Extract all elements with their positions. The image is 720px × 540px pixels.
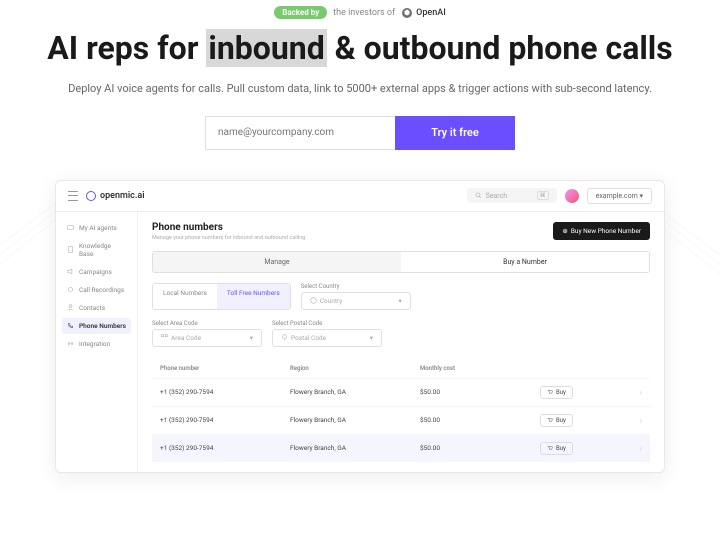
hero-title: AI reps for inbound & outbound phone cal… [20, 29, 700, 67]
sidebar-item-contacts[interactable]: Contacts [62, 300, 131, 316]
domain-dropdown[interactable]: example.com ▾ [587, 188, 652, 204]
hero-subtitle: Deploy AI voice agents for calls. Pull c… [20, 81, 700, 98]
plus-icon: ⊕ [562, 227, 567, 235]
sidebar-item-integration[interactable]: Integration [62, 336, 131, 352]
country-select[interactable]: Country▾ [301, 292, 411, 310]
buy-button[interactable]: Buy [540, 386, 573, 399]
backed-badge: Backed by [274, 6, 327, 19]
numbers-table: Phone number Region Monthly cost +1 (352… [152, 359, 650, 462]
buy-button[interactable]: Buy [540, 414, 573, 427]
grid-icon [161, 334, 168, 341]
openai-logo: OpenAI [401, 7, 446, 19]
menu-icon[interactable] [68, 191, 78, 201]
area-label: Select Area Code [152, 320, 262, 327]
record-icon [67, 286, 74, 293]
sidebar-item-agents[interactable]: My AI agents [62, 220, 131, 236]
tab-buy[interactable]: Buy a Number [401, 252, 649, 272]
app-window: openmic.ai Search ⌘ example.com ▾ My AI … [55, 180, 665, 473]
tab-manage[interactable]: Manage [153, 252, 401, 272]
col-region: Region [290, 365, 420, 372]
chevron-down-icon: ▾ [250, 334, 253, 342]
filter-local[interactable]: Local Numbers [153, 284, 217, 309]
table-row[interactable]: +1 (352) 290-7594 Flowery Branch, GA $50… [152, 434, 650, 462]
sidebar-item-knowledge[interactable]: Knowledge Base [62, 238, 131, 262]
avatar[interactable] [565, 189, 579, 203]
chevron-down-icon: ▾ [639, 192, 643, 200]
sidebar: My AI agents Knowledge Base Campaigns Ca… [56, 212, 138, 472]
openai-icon [401, 7, 413, 19]
chevron-right-icon: › [640, 416, 642, 425]
app-logo: openmic.ai [86, 191, 145, 201]
phone-icon [67, 322, 74, 329]
buy-new-number-button[interactable]: ⊕Buy New Phone Number [553, 222, 650, 240]
backed-by: Backed by the investors of OpenAI [274, 6, 446, 19]
search-input[interactable]: Search ⌘ [467, 188, 557, 203]
sidebar-item-campaigns[interactable]: Campaigns [62, 264, 131, 280]
page-title: Phone numbers [152, 222, 305, 233]
megaphone-icon [67, 268, 74, 275]
table-row[interactable]: +1 (352) 290-7594 Flowery Branch, GA $50… [152, 406, 650, 434]
chevron-right-icon: › [640, 444, 642, 453]
sidebar-item-recordings[interactable]: Call Recordings [62, 282, 131, 298]
book-icon [67, 246, 74, 253]
try-free-button[interactable]: Try it free [395, 116, 515, 150]
user-icon [67, 304, 74, 311]
search-icon [475, 192, 482, 199]
filter-tollfree[interactable]: Toll Free Numbers [217, 284, 290, 309]
logo-icon [86, 191, 96, 201]
area-select[interactable]: Area Code▾ [152, 329, 262, 347]
robot-icon [67, 224, 74, 231]
col-cost: Monthly cost [420, 365, 540, 372]
pin-icon [281, 334, 288, 341]
country-label: Select Country [301, 283, 411, 290]
sidebar-item-phone-numbers[interactable]: Phone Numbers [62, 318, 131, 334]
cart-icon [547, 417, 553, 423]
table-row[interactable]: +1 (352) 290-7594 Flowery Branch, GA $50… [152, 378, 650, 406]
page-subtitle: Manage your phone numbers for inbound an… [152, 235, 305, 241]
buy-button[interactable]: Buy [540, 442, 573, 455]
chevron-down-icon: ▾ [370, 334, 373, 342]
email-field[interactable] [205, 116, 395, 150]
postal-label: Select Postal Code [272, 320, 382, 327]
globe-icon [310, 297, 317, 304]
cart-icon [547, 445, 553, 451]
chevron-down-icon: ▾ [398, 297, 401, 305]
chevron-right-icon: › [640, 388, 642, 397]
cart-icon [547, 389, 553, 395]
postal-select[interactable]: Postal Code▾ [272, 329, 382, 347]
link-icon [67, 340, 74, 347]
col-number: Phone number [160, 365, 290, 372]
